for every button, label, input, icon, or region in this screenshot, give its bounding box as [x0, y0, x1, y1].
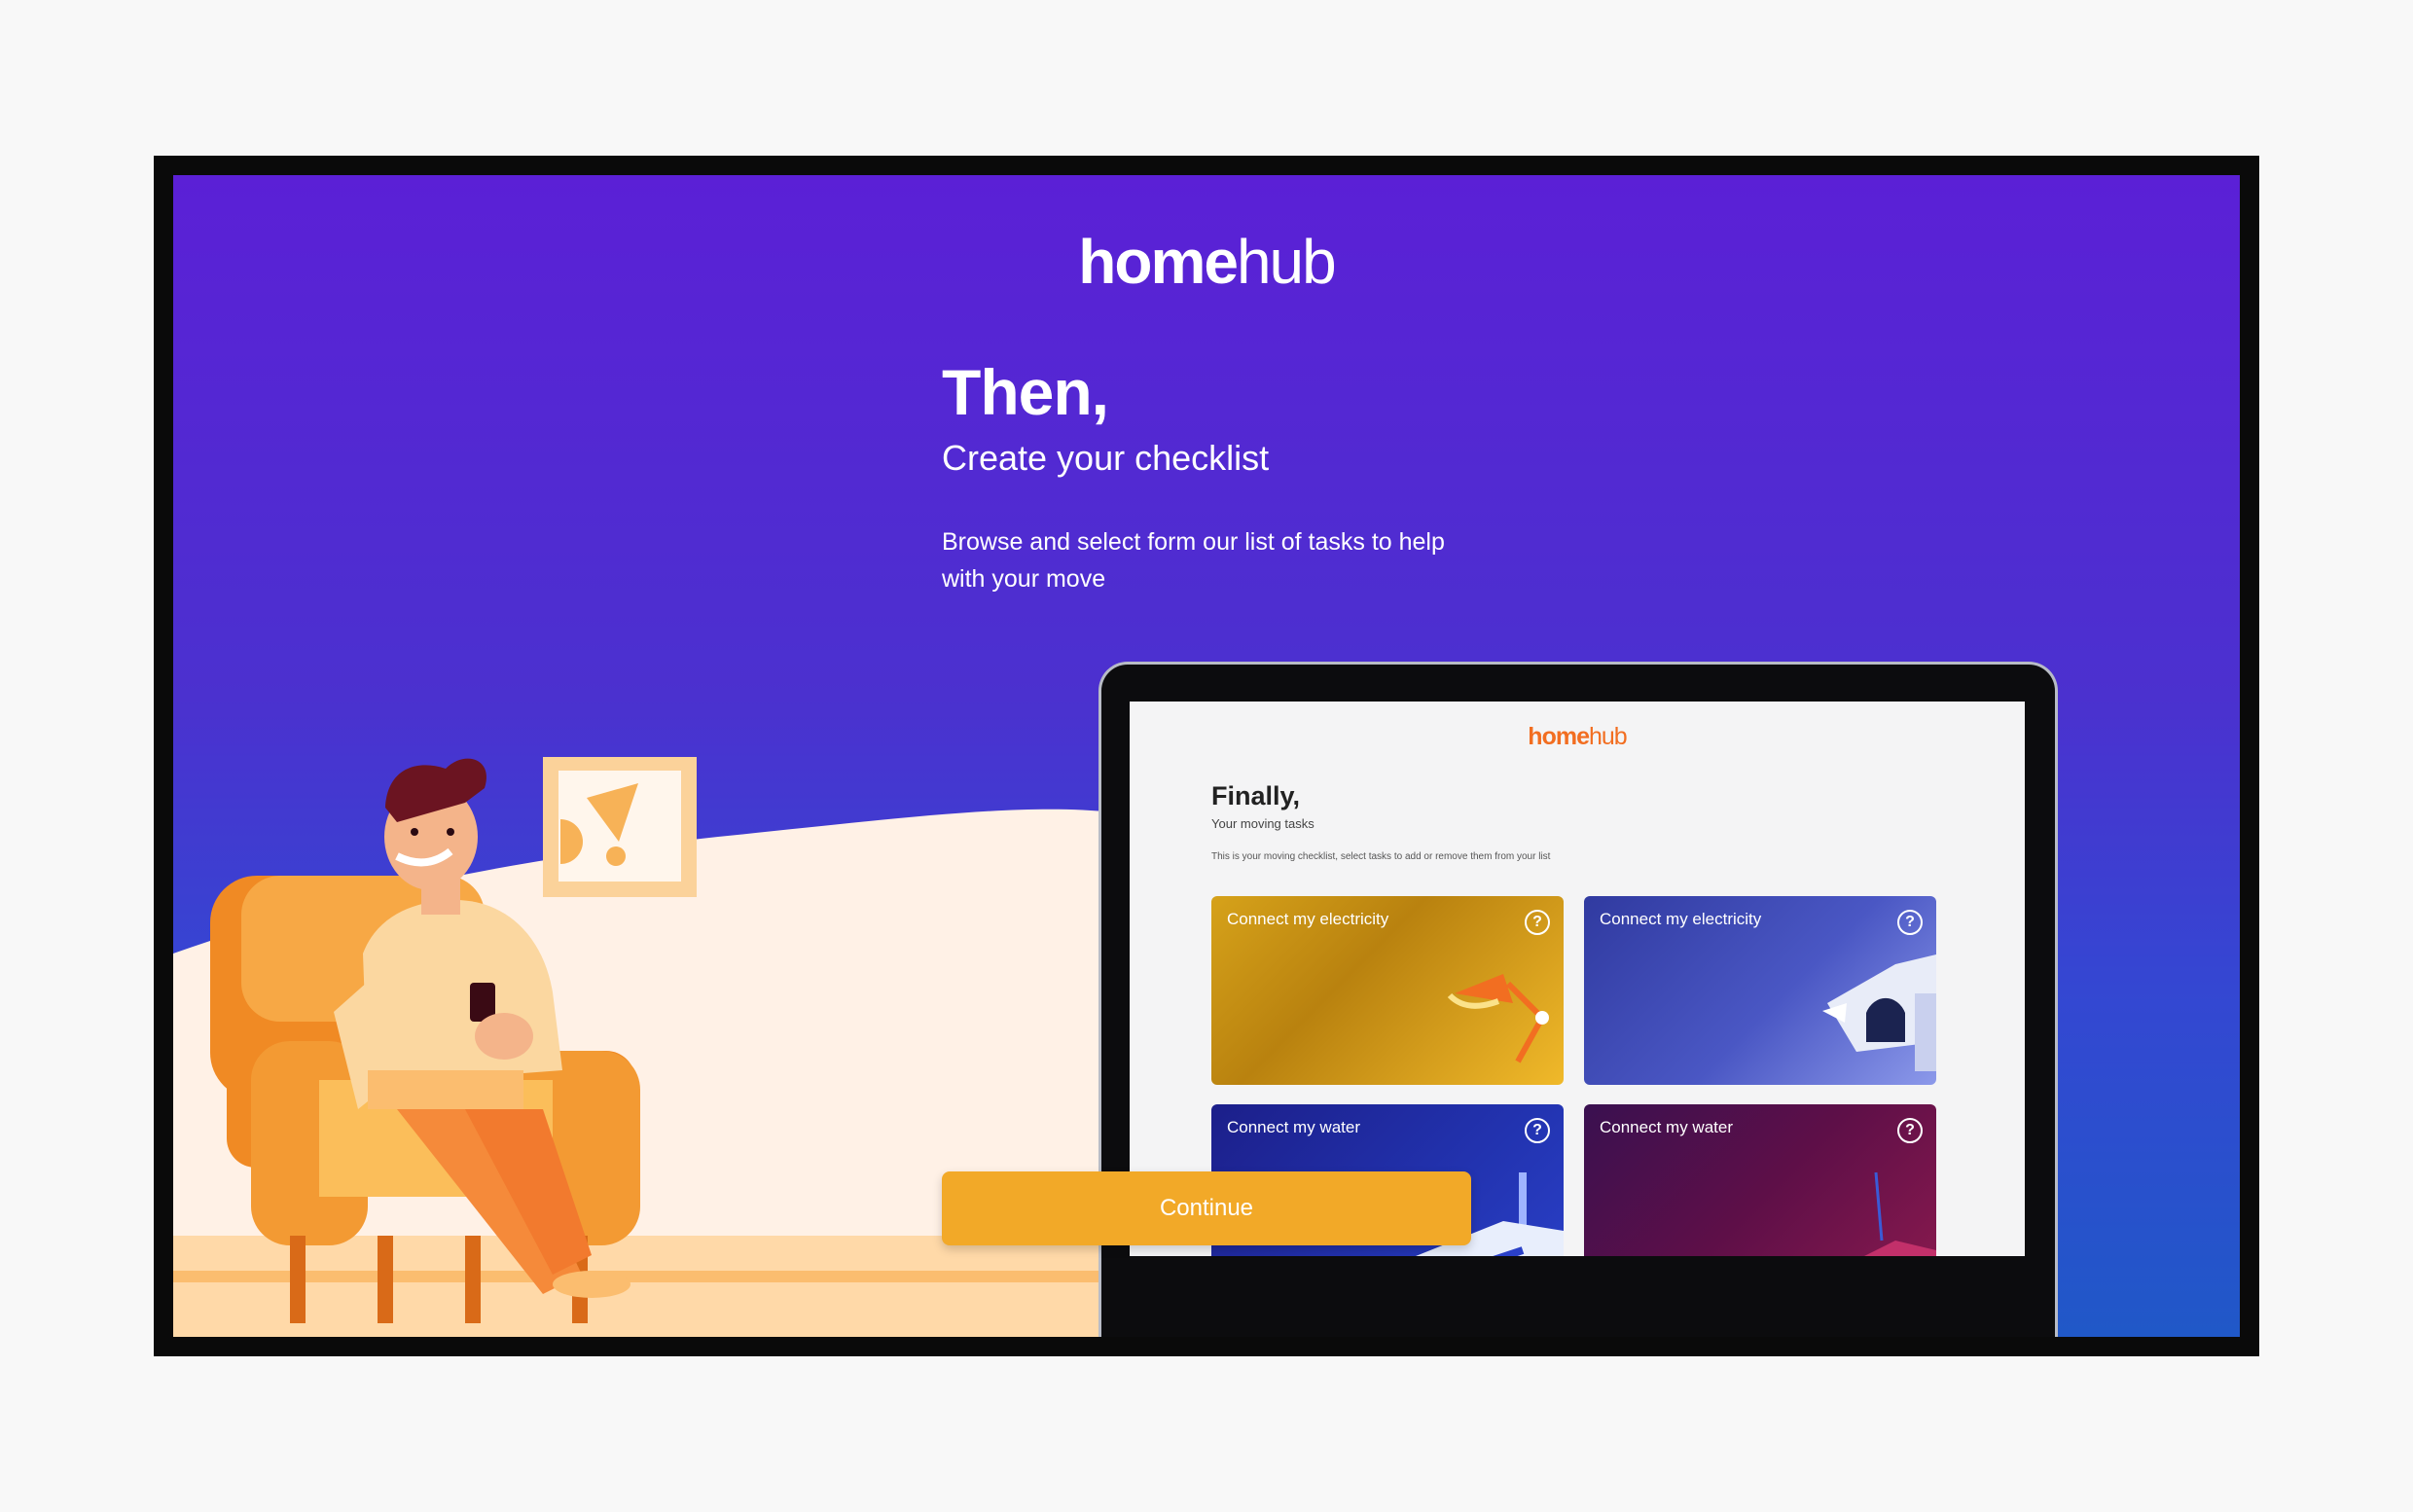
help-icon[interactable]: ? — [1525, 910, 1550, 935]
preview-logo: homehub — [1130, 723, 2025, 751]
hero-copy: Then, Create your checklist Browse and s… — [942, 360, 1545, 597]
page-title: Then, — [942, 356, 1109, 428]
preview-subtitle: Your moving tasks — [1211, 816, 1315, 831]
logo-hub: hub — [1236, 227, 1337, 297]
task-card-label: Connect my electricity — [1600, 910, 1762, 928]
homehub-logo: homehub — [173, 226, 2240, 298]
help-icon[interactable]: ? — [1897, 1118, 1923, 1143]
task-card-label: Connect my water — [1600, 1118, 1733, 1136]
onboarding-screen: homehub Then, Create your checklist Brow… — [173, 175, 2240, 1337]
task-card-water: Connect my water ? — [1584, 1104, 1936, 1256]
wall-picture-icon — [543, 757, 697, 897]
continue-button[interactable]: Continue — [942, 1171, 1471, 1245]
help-icon[interactable]: ? — [1525, 1118, 1550, 1143]
help-icon[interactable]: ? — [1897, 910, 1923, 935]
task-card-label: Connect my water — [1227, 1118, 1360, 1136]
task-card-label: Connect my electricity — [1227, 910, 1389, 928]
page-subtitle: Create your checklist — [942, 438, 1270, 478]
logo-home: home — [1078, 227, 1239, 297]
task-card-electricity: Connect my electricity ? — [1584, 896, 1936, 1085]
preview-description: This is your moving checklist, select ta… — [1211, 851, 1551, 862]
preview-logo-hub: hub — [1588, 723, 1628, 750]
task-card-electricity: Connect my electricity ? — [1211, 896, 1564, 1085]
page-description: Browse and select form our list of tasks… — [942, 528, 1445, 593]
preview-logo-home: home — [1528, 723, 1590, 750]
screenshot-frame: homehub Then, Create your checklist Brow… — [154, 156, 2259, 1356]
preview-title: Finally, — [1211, 781, 1301, 810]
